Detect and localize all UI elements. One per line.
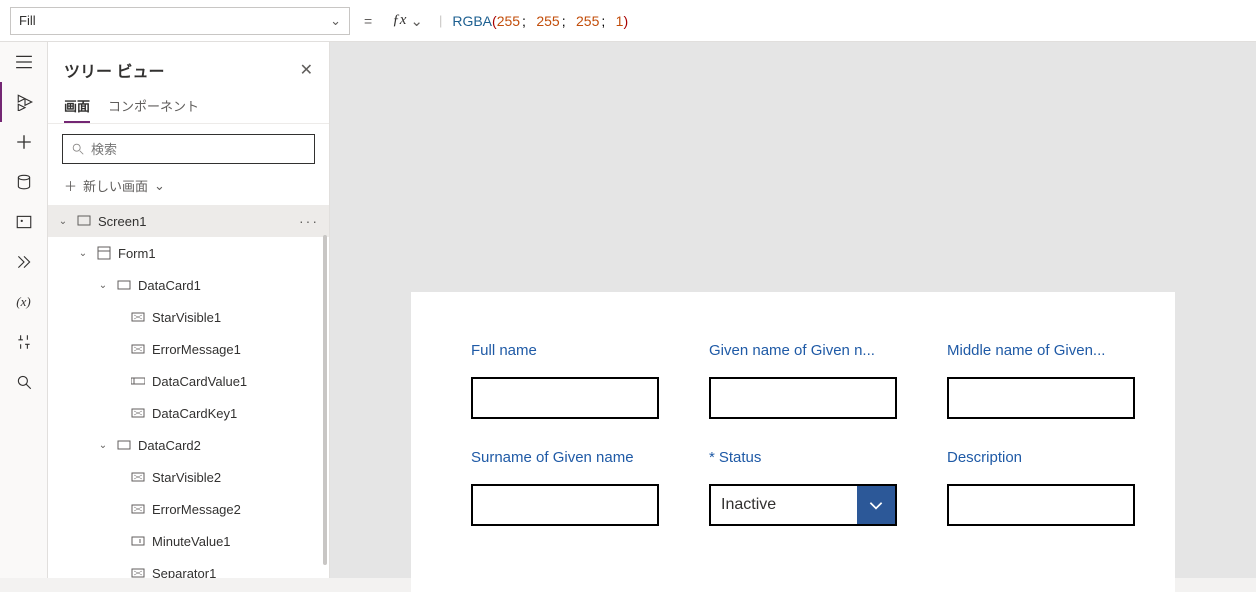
screen-icon [76, 213, 92, 229]
rail-insert[interactable] [0, 122, 47, 162]
equals-sign: = [358, 13, 378, 29]
collapse-icon[interactable]: ⌄ [96, 440, 110, 451]
rail-advanced-tools[interactable] [0, 322, 47, 362]
field-status: *Status Inactive [709, 449, 897, 526]
tree-item-starvisible1[interactable]: StarVisible1 [48, 301, 329, 333]
field-given-name: Given name of Given n... [709, 342, 897, 419]
tree-item-datacardvalue1[interactable]: DataCardValue1 [48, 365, 329, 397]
field-label: Surname of Given name [471, 449, 659, 466]
dropdown-button[interactable] [857, 486, 895, 524]
label-icon [130, 341, 146, 357]
form-icon [96, 245, 112, 261]
property-selector[interactable]: Fill ⌄ [10, 7, 350, 35]
divider: | [439, 13, 442, 28]
tree-item-minutevalue1[interactable]: MinuteValue1 [48, 525, 329, 557]
label-icon [130, 469, 146, 485]
collapse-icon[interactable]: ⌄ [96, 280, 110, 291]
new-screen-button[interactable]: ＋ 新しい画面 ⌄ [48, 170, 329, 205]
collapse-icon[interactable]: ⌄ [76, 248, 90, 259]
tree-item-datacardkey1[interactable]: DataCardKey1 [48, 397, 329, 429]
field-label: Middle name of Given... [947, 342, 1135, 359]
label-icon [130, 405, 146, 421]
tree-item-errormessage2[interactable]: ErrorMessage2 [48, 493, 329, 525]
plus-icon: ＋ [64, 176, 77, 195]
field-middle-name: Middle name of Given... [947, 342, 1135, 419]
field-label: Description [947, 449, 1135, 466]
left-rail: (x) [0, 42, 48, 578]
field-description: Description [947, 449, 1135, 526]
rail-tree-view[interactable] [0, 82, 47, 122]
field-label: Given name of Given n... [709, 342, 897, 359]
required-star: * [709, 449, 715, 466]
tab-screens[interactable]: 画面 [64, 90, 90, 123]
tab-components[interactable]: コンポーネント [108, 90, 199, 123]
textinput-icon [130, 373, 146, 389]
tree-item-datacard2[interactable]: ⌄ DataCard2 [48, 429, 329, 461]
tree-list: ⌄ Screen1 ··· ⌄ Form1 ⌄ DataCard1 StarVi… [48, 205, 329, 578]
tree-item-errormessage1[interactable]: ErrorMessage1 [48, 333, 329, 365]
field-label: *Status [709, 449, 897, 466]
form-card: Full name Given name of Given n... Middl… [411, 292, 1175, 592]
chevron-down-icon: ⌄ [330, 13, 341, 29]
rail-power-automate[interactable] [0, 242, 47, 282]
tree-item-separator1[interactable]: Separator1 [48, 557, 329, 578]
field-full-name: Full name [471, 342, 659, 419]
rail-data[interactable] [0, 162, 47, 202]
field-label: Full name [471, 342, 659, 359]
chevron-down-icon [867, 496, 885, 514]
label-icon [130, 309, 146, 325]
chevron-down-icon: ⌄ [154, 178, 165, 194]
tree-item-screen1[interactable]: ⌄ Screen1 ··· [48, 205, 329, 237]
formula-func: RGBA [452, 13, 492, 29]
search-input[interactable] [91, 142, 306, 157]
tree-item-starvisible2[interactable]: StarVisible2 [48, 461, 329, 493]
label-icon [130, 501, 146, 517]
status-dropdown[interactable]: Inactive [709, 484, 897, 526]
rail-variables[interactable]: (x) [0, 282, 47, 322]
formula-bar[interactable]: RGBA ( 255; 255; 255; 1 ) [452, 13, 1246, 29]
property-name: Fill [19, 13, 36, 28]
scrollbar[interactable] [323, 235, 327, 565]
tree-view-title: ツリー ビュー [64, 58, 164, 82]
label-icon [130, 565, 146, 578]
rail-media[interactable] [0, 202, 47, 242]
fx-icon[interactable]: ƒx⌄ [386, 12, 429, 30]
tree-item-form1[interactable]: ⌄ Form1 [48, 237, 329, 269]
status-value: Inactive [711, 486, 857, 524]
middle-name-input[interactable] [947, 377, 1135, 419]
datacard-icon [116, 277, 132, 293]
field-surname: Surname of Given name [471, 449, 659, 526]
tree-item-datacard1[interactable]: ⌄ DataCard1 [48, 269, 329, 301]
rail-search[interactable] [0, 362, 47, 402]
search-icon [71, 142, 85, 156]
full-name-input[interactable] [471, 377, 659, 419]
description-input[interactable] [947, 484, 1135, 526]
datacard-icon [116, 437, 132, 453]
given-name-input[interactable] [709, 377, 897, 419]
close-icon[interactable]: ✕ [300, 60, 313, 80]
collapse-icon[interactable]: ⌄ [56, 216, 70, 227]
tree-search[interactable] [62, 134, 315, 164]
dropdown-icon [130, 533, 146, 549]
rail-hamburger[interactable] [0, 42, 47, 82]
surname-input[interactable] [471, 484, 659, 526]
canvas[interactable]: Full name Given name of Given n... Middl… [330, 42, 1256, 578]
tree-view-panel: ツリー ビュー ✕ 画面 コンポーネント ＋ 新しい画面 ⌄ ⌄ Screen1… [48, 42, 330, 578]
more-icon[interactable]: ··· [299, 213, 319, 229]
